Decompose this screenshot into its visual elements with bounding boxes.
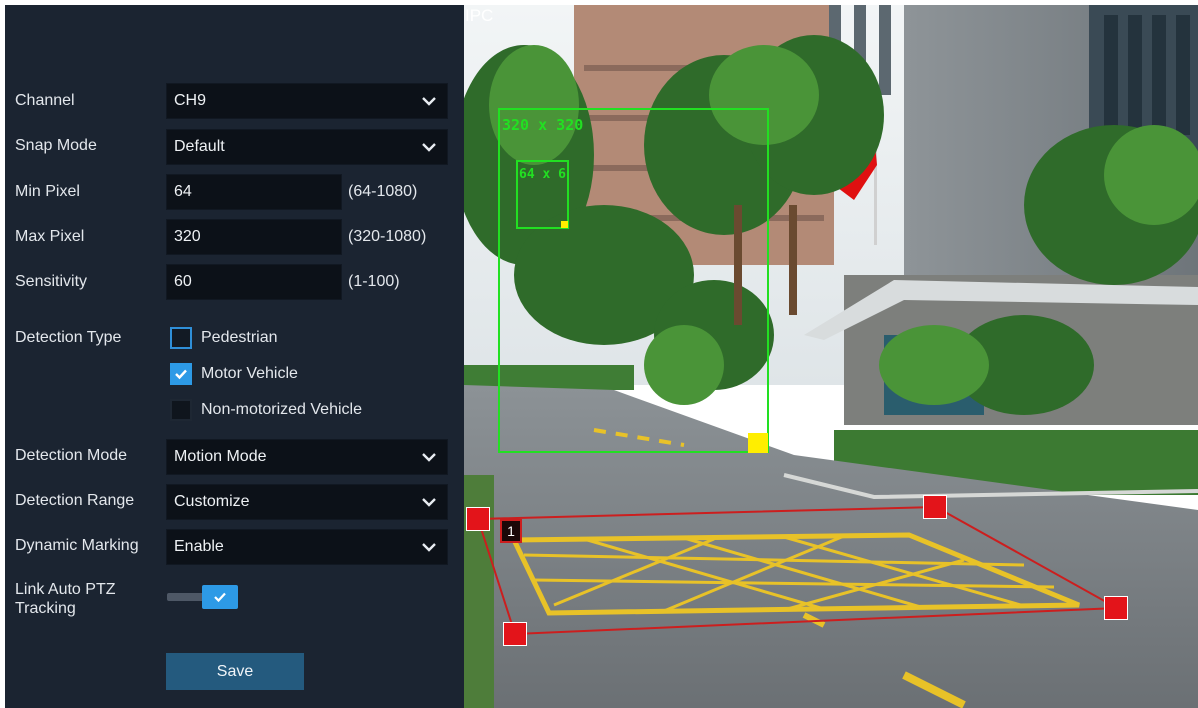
zone-corner-handle-top-right[interactable] [923,495,947,519]
zone-corner-handle-bottom-right[interactable] [1104,596,1128,620]
save-button[interactable]: Save [166,653,304,690]
chevron-down-icon [422,498,436,507]
snap-mode-select[interactable]: Default [166,129,448,165]
sensitivity-input[interactable]: 60 [166,264,342,300]
link-auto-ptz-label: Link Auto PTZ Tracking [15,581,116,617]
max-box-size-label: 320 x 320 [502,116,584,134]
toggle-knob [202,585,238,609]
chevron-down-icon [422,453,436,462]
dynamic-marking-label: Dynamic Marking [15,537,139,554]
min-box-size-label: 64 x 6 [519,167,566,182]
pedestrian-label: Pedestrian [201,329,278,346]
max-box-resize-handle[interactable] [748,433,768,453]
channel-label: Channel [15,92,75,109]
link-auto-ptz-toggle[interactable] [167,585,239,611]
detection-range-label: Detection Range [15,492,135,509]
camera-scene-image [464,5,1198,708]
channel-value: CH9 [174,92,207,109]
snap-mode-label: Snap Mode [15,137,97,154]
zone-number-badge: 1 [500,519,522,543]
detection-range-select[interactable]: Customize [166,484,448,520]
camera-preview[interactable]: IPC 320 x 320 64 x 6 1 [464,5,1198,708]
detection-mode-select[interactable]: Motion Mode [166,439,448,475]
min-pixel-value: 64 [174,183,192,200]
min-pixel-label: Min Pixel [15,183,80,200]
dynamic-marking-select[interactable]: Enable [166,529,448,565]
max-pixel-input[interactable]: 320 [166,219,342,255]
detection-range-value: Customize [174,493,250,510]
motor-vehicle-checkbox[interactable]: Motor Vehicle [170,362,298,386]
checkbox-unchecked [170,327,192,349]
checkbox-checked [170,363,192,385]
sensitivity-range: (1-100) [348,273,400,290]
sensitivity-value: 60 [174,273,192,290]
non-motorized-vehicle-checkbox[interactable]: Non-motorized Vehicle [170,398,362,422]
dynamic-marking-value: Enable [174,538,224,555]
sensitivity-label: Sensitivity [15,273,88,290]
min-pixel-range: (64-1080) [348,183,418,200]
channel-select[interactable]: CH9 [166,83,448,119]
min-pixel-input[interactable]: 64 [166,174,342,210]
non-motorized-vehicle-label: Non-motorized Vehicle [201,401,362,418]
chevron-down-icon [422,143,436,152]
motor-vehicle-label: Motor Vehicle [201,365,298,382]
detection-mode-label: Detection Mode [15,447,128,464]
detection-mode-value: Motion Mode [174,448,267,465]
check-icon [214,592,226,603]
zone-corner-handle-bottom-left[interactable] [503,622,527,646]
zone-corner-handle-top-left[interactable] [466,507,490,531]
pedestrian-checkbox[interactable]: Pedestrian [170,326,278,350]
detection-type-label: Detection Type [15,329,122,346]
chevron-down-icon [422,543,436,552]
chevron-down-icon [422,97,436,106]
max-pixel-value: 320 [174,228,201,245]
checkbox-unchecked [170,399,192,421]
camera-overlay-label: IPC [465,6,494,25]
check-icon [175,369,187,380]
snap-mode-value: Default [174,138,225,155]
max-pixel-range: (320-1080) [348,228,427,245]
settings-panel: Channel CH9 Snap Mode Default Min Pixel … [5,5,464,708]
max-pixel-label: Max Pixel [15,228,85,245]
